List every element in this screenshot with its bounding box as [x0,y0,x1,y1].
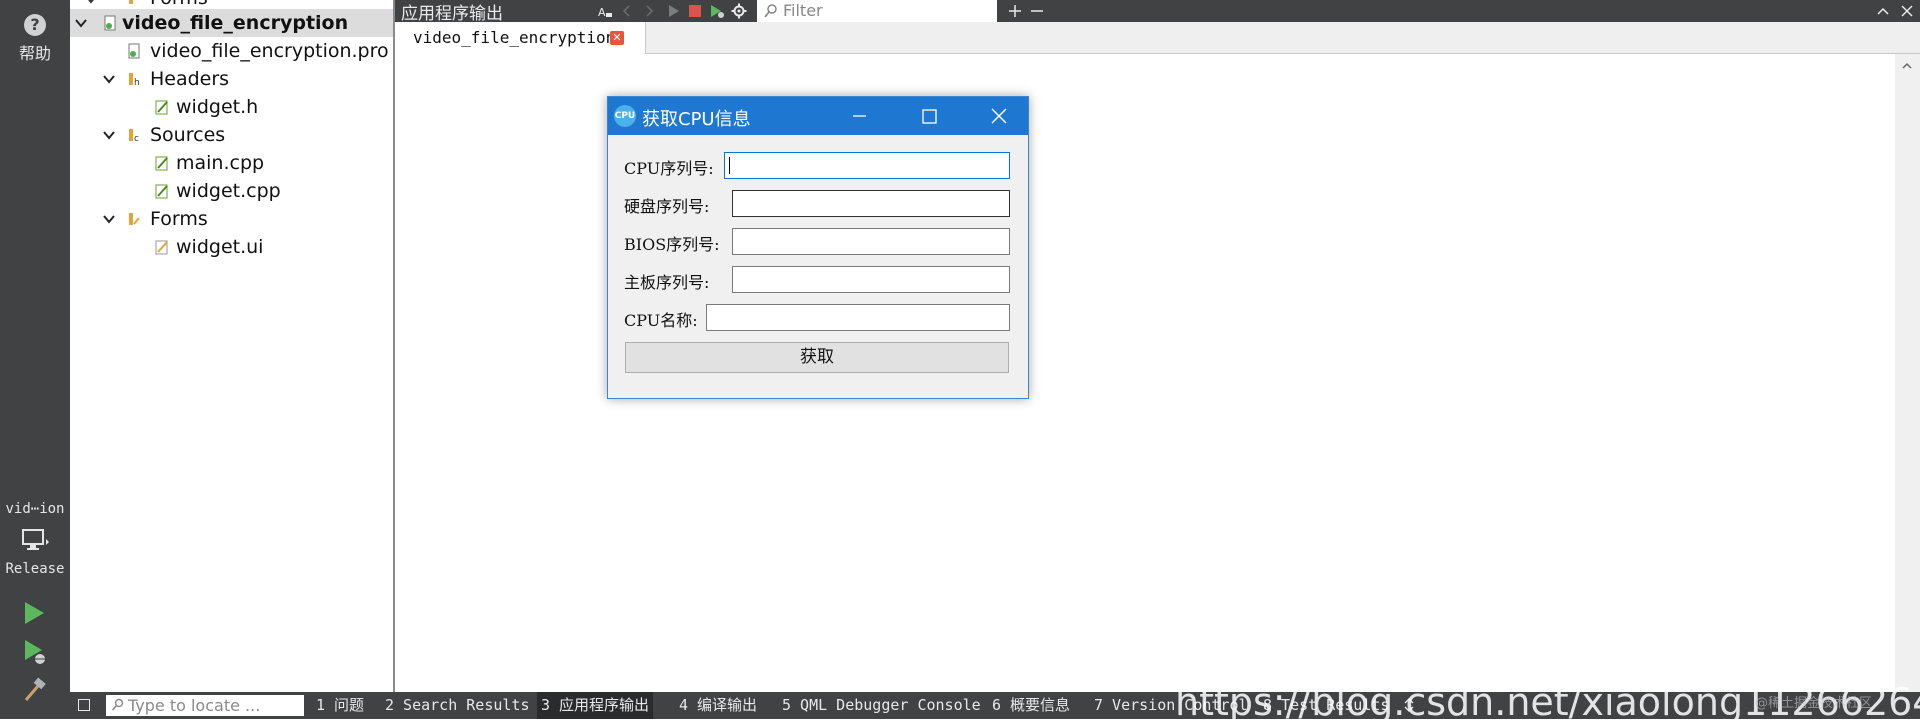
project-icon [104,15,116,31]
build-hammer-icon[interactable] [22,676,48,704]
filter-placeholder: Filter [783,1,823,20]
monitor-icon[interactable] [20,526,50,556]
close-icon[interactable] [976,97,1022,135]
dialog-title: 获取CPU信息 [642,109,751,130]
bios-serial-label: BIOS序列号: [624,235,720,254]
disk-serial-label: 硬盘序列号: [624,197,710,216]
pane-button-general-messages[interactable]: 6 概要信息 [988,692,1074,719]
tree-item-widget-ui[interactable]: widget.ui [70,233,393,261]
fetch-button[interactable]: 获取 [625,342,1009,373]
output-pane-header: 应用程序输出 A Filter [395,0,1920,24]
text-caret [729,157,730,174]
chevron-down-icon[interactable] [84,0,98,6]
locator-placeholder: Type to locate ... [128,696,261,715]
help-icon: ? [24,14,46,36]
chevron-down-icon[interactable] [102,212,116,226]
pane-button-search-results[interactable]: 2 Search Results [381,692,534,719]
sources-folder-icon: c [129,129,139,144]
help-mode-button[interactable]: ? 帮助 [0,14,70,64]
watermark-community: @稀土掘金技术社区 [1755,696,1873,711]
project-tree: Forms video_file_encryption video_file_e… [70,0,395,692]
search-icon [111,698,124,711]
cpu-app-icon: CPU [614,105,636,127]
tree-item-main-cpp[interactable]: main.cpp [70,149,393,177]
cpu-name-input[interactable] [706,304,1010,331]
pane-button-qml-debugger[interactable]: 5 QML Debugger Console [778,692,985,719]
stop-icon[interactable] [687,3,703,19]
cpu-serial-input[interactable] [724,152,1010,179]
output-tab-strip: video_file_encryption ✕ [395,22,1920,54]
board-serial-input[interactable] [732,266,1010,293]
chevron-down-icon[interactable] [74,16,88,30]
cpu-info-dialog: CPU 获取CPU信息 CPU序列号: 硬盘序列号: BIOS序列号: 主板序列… [607,96,1029,399]
output-pane-title: 应用程序输出 [401,4,503,24]
run-icon[interactable] [22,600,46,626]
add-icon[interactable] [1007,3,1023,19]
disk-serial-input[interactable] [732,190,1010,217]
maximize-pane-icon[interactable] [1875,3,1891,19]
bios-serial-input[interactable] [732,228,1010,255]
pane-button-application-output[interactable]: 3 应用程序输出 [537,692,654,719]
tree-item-pro-file[interactable]: video_file_encryption.pro [70,37,393,65]
source-file-icon [155,184,168,199]
headers-folder-icon: h [129,73,140,88]
locator-input[interactable]: Type to locate ... [106,695,304,716]
rerun-icon[interactable] [665,3,681,19]
close-pane-icon[interactable] [1899,3,1915,19]
chevron-left-icon[interactable] [619,3,635,19]
toggle-sidebar-icon[interactable] [78,699,90,711]
pane-button-compile-output[interactable]: 4 编译输出 [675,692,761,719]
tree-item-widget-h[interactable]: widget.h [70,93,393,121]
form-file-icon [155,240,168,255]
clear-output-icon[interactable]: A [597,3,613,19]
minimize-icon[interactable] [836,97,882,135]
pane-button-issues[interactable]: 1 问题 [312,692,368,719]
kit-build-mode: Release [5,561,65,577]
mode-sidebar: ? 帮助 vid⋯ion Release [0,0,70,719]
attach-debugger-icon[interactable] [709,3,725,19]
chevron-down-icon[interactable] [102,128,116,142]
forms-folder-icon [129,213,140,225]
tab-video-file-encryption[interactable]: video_file_encryption ✕ [395,22,646,54]
folder-icon [129,0,133,4]
cpu-name-label: CPU名称: [624,311,698,330]
tree-item-widget-cpp[interactable]: widget.cpp [70,177,393,205]
search-icon [764,4,777,18]
dialog-titlebar[interactable]: CPU 获取CPU信息 [608,97,1028,135]
pro-file-icon [128,43,140,59]
svg-text:A: A [598,6,606,19]
tree-item-sources[interactable]: c Sources [70,121,393,149]
project-root-label: video_file_encryption [122,12,349,34]
scroll-up-icon[interactable] [1901,60,1913,72]
tab-label: video_file_encryption [413,28,616,47]
maximize-icon[interactable] [906,97,952,135]
help-label: 帮助 [18,44,51,63]
chevron-down-icon[interactable] [102,72,116,86]
chevron-right-icon[interactable] [641,3,657,19]
svg-text:h: h [134,78,140,88]
filter-input[interactable]: Filter [757,0,997,22]
tree-item-forms[interactable]: Forms [70,205,393,233]
cpu-serial-label: CPU序列号: [624,159,714,178]
debug-run-icon[interactable] [22,638,48,666]
board-serial-label: 主板序列号: [624,273,710,292]
minus-icon[interactable] [1029,3,1045,19]
svg-text:c: c [134,134,139,144]
tree-item-headers[interactable]: h Headers [70,65,393,93]
close-icon[interactable]: ✕ [610,31,624,45]
settings-gear-icon[interactable] [731,3,747,19]
vertical-scrollbar[interactable] [1895,54,1920,692]
source-file-icon [155,156,168,171]
kit-name: vid⋯ion [5,501,65,517]
header-file-icon [155,100,168,115]
tree-item-project-root[interactable]: video_file_encryption [70,9,393,37]
